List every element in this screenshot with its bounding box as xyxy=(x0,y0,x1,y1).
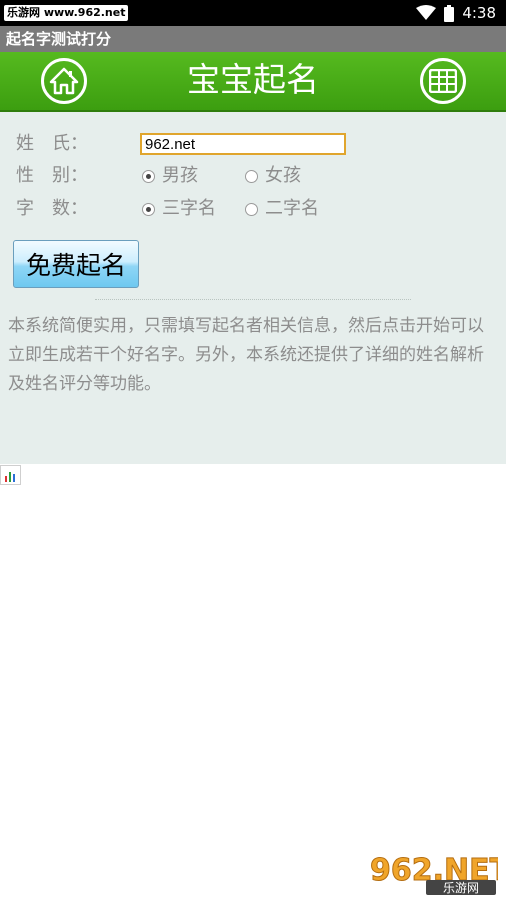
watermark-logo: 962.NET 乐游网 xyxy=(368,850,506,896)
radio-unchecked-icon xyxy=(245,202,258,216)
status-time: 4:38 xyxy=(462,4,496,22)
gender-option-label: 女孩 xyxy=(265,165,301,186)
status-badge: 乐游网 www.962.net xyxy=(4,5,129,21)
free-naming-button[interactable]: 免费起名 xyxy=(13,240,139,288)
wifi-icon xyxy=(416,5,437,20)
radio-unchecked-icon xyxy=(245,169,258,183)
description-text: 本系统简便实用，只需填写起名者相关信息，然后点击开始可以立即生成若干个好名字。另… xyxy=(8,316,484,394)
count-option-label: 三字名 xyxy=(162,198,216,219)
count-radio-three[interactable]: 三字名 xyxy=(142,196,216,222)
status-icons: 4:38 xyxy=(416,0,496,26)
radio-checked-icon xyxy=(142,169,155,183)
status-bar: 乐游网 www.962.net 4:38 xyxy=(0,0,506,26)
form-panel: 姓 氏： 性 别： 男孩 女孩 字 数： 三字名 二字名 免费起名 本系统简便实… xyxy=(0,112,506,464)
surname-input[interactable] xyxy=(140,133,346,155)
svg-text:乐游网: 乐游网 xyxy=(443,881,479,895)
count-option-label: 二字名 xyxy=(265,198,319,219)
page-header: 宝宝起名 xyxy=(0,52,506,112)
grid-icon xyxy=(429,69,457,93)
count-label: 字 数： xyxy=(16,198,88,219)
divider xyxy=(95,299,411,300)
radio-checked-icon xyxy=(142,202,155,216)
surname-label: 姓 氏： xyxy=(16,133,88,154)
gender-label: 性 别： xyxy=(16,165,88,186)
gender-option-label: 男孩 xyxy=(162,165,198,186)
count-row: 字 数： 三字名 二字名 xyxy=(0,196,506,222)
menu-button[interactable] xyxy=(420,58,466,104)
gender-radio-boy[interactable]: 男孩 xyxy=(142,163,198,189)
app-title: 起名字测试打分 xyxy=(6,30,112,48)
app-title-bar: 起名字测试打分 xyxy=(0,26,506,52)
gender-row: 性 别： 男孩 女孩 xyxy=(0,163,506,189)
gender-radio-girl[interactable]: 女孩 xyxy=(245,163,301,189)
count-radio-two[interactable]: 二字名 xyxy=(245,196,319,222)
battery-icon xyxy=(444,4,455,22)
broken-image-icon xyxy=(0,465,21,485)
